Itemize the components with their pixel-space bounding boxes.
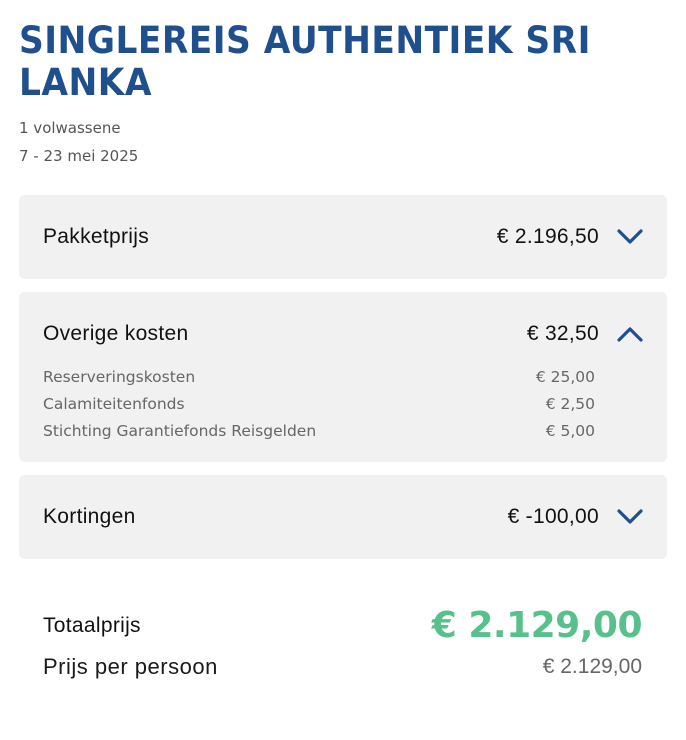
total-price-label: Totaalprijs <box>43 613 141 637</box>
cost-line-item: Calamiteitenfonds € 2,50 <box>43 391 595 418</box>
price-per-person-amount: € 2.129,00 <box>542 655 642 678</box>
other-costs-card: Overige kosten € 32,50 Reserveringskoste… <box>19 292 667 462</box>
trip-title: SINGLEREIS AUTHENTIEK SRI LANKA <box>19 19 591 104</box>
cost-item-label: Calamiteitenfonds <box>43 395 185 413</box>
cost-item-label: Stichting Garantiefonds Reisgelden <box>43 422 317 440</box>
other-costs-label: Overige kosten <box>43 322 189 345</box>
cost-line-item: Reserveringskosten € 25,00 <box>43 364 595 391</box>
chevron-down-icon[interactable] <box>617 229 643 245</box>
trip-meta: 1 volwassene 7 - 23 mei 2025 <box>19 114 667 170</box>
discounts-card: Kortingen € -100,00 <box>19 475 667 559</box>
chevron-down-icon[interactable] <box>617 509 643 525</box>
discounts-amount: € -100,00 <box>507 505 599 528</box>
package-price-toggle[interactable]: Pakketprijs € 2.196,50 <box>43 195 643 279</box>
cost-item-amount: € 5,00 <box>545 422 595 440</box>
cost-item-label: Reserveringskosten <box>43 368 196 386</box>
discounts-toggle[interactable]: Kortingen € -100,00 <box>43 475 643 559</box>
other-costs-details: Reserveringskosten € 25,00 Calamiteitenf… <box>43 364 643 462</box>
package-price-label: Pakketprijs <box>43 225 150 248</box>
price-per-person-row: Prijs per persoon € 2.129,00 <box>43 654 642 680</box>
chevron-up-icon[interactable] <box>617 326 643 342</box>
total-price-row: Totaalprijs € 2.129,00 <box>43 605 643 646</box>
other-costs-amount: € 32,50 <box>526 322 599 345</box>
totals-section: Totaalprijs € 2.129,00 Prijs per persoon… <box>19 605 667 680</box>
cost-item-amount: € 25,00 <box>535 368 595 386</box>
package-price-card: Pakketprijs € 2.196,50 <box>19 195 667 279</box>
cost-item-amount: € 2,50 <box>545 395 595 413</box>
total-price-amount: € 2.129,00 <box>431 605 643 646</box>
travel-dates: 7 - 23 mei 2025 <box>19 147 139 165</box>
cost-line-item: Stichting Garantiefonds Reisgelden € 5,0… <box>43 418 595 445</box>
discounts-label: Kortingen <box>43 505 136 528</box>
travelers-count: 1 volwassene <box>19 119 121 137</box>
price-per-person-label: Prijs per persoon <box>43 654 218 679</box>
package-price-amount: € 2.196,50 <box>496 225 599 248</box>
price-summary: SINGLEREIS AUTHENTIEK SRI LANKA 1 volwas… <box>19 20 667 680</box>
